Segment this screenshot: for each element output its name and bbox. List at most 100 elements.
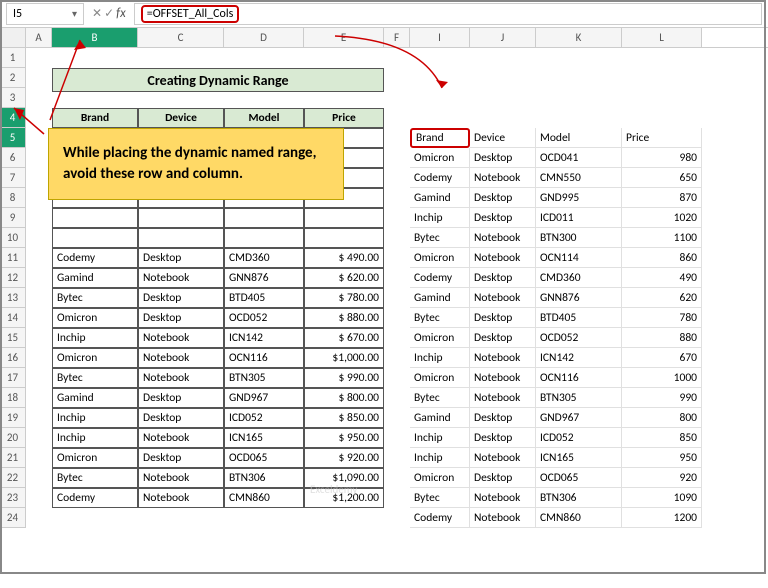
right-cell-5-2[interactable]: OCN114 (536, 248, 622, 268)
right-cell-3-1[interactable]: Desktop (470, 208, 536, 228)
right-cell-16-3[interactable]: 920 (622, 468, 702, 488)
right-cell-18-0[interactable]: Codemy (410, 508, 470, 528)
cells-area[interactable]: Creating Dynamic RangeBrandDeviceModelPr… (26, 48, 768, 528)
col-header-L[interactable]: L (622, 28, 702, 47)
col-header-E[interactable]: E (304, 28, 384, 47)
right-cell-6-2[interactable]: CMD360 (536, 268, 622, 288)
chevron-down-icon[interactable]: ▾ (72, 7, 77, 20)
right-cell-8-3[interactable]: 780 (622, 308, 702, 328)
row-header-20[interactable]: 20 (0, 428, 26, 448)
row-header-1[interactable]: 1 (0, 48, 26, 68)
left-cell-10-3[interactable]: $ 670.00 (304, 328, 384, 348)
row-header-23[interactable]: 23 (0, 488, 26, 508)
left-header-2[interactable]: Model (224, 108, 304, 128)
left-cell-4-3[interactable] (304, 208, 384, 228)
left-cell-7-1[interactable]: Notebook (138, 268, 224, 288)
left-cell-5-1[interactable] (138, 228, 224, 248)
left-header-0[interactable]: Brand (52, 108, 138, 128)
select-all-corner[interactable] (0, 28, 26, 47)
left-cell-7-0[interactable]: Gamind (52, 268, 138, 288)
right-cell-3-2[interactable]: ICD011 (536, 208, 622, 228)
row-header-3[interactable]: 3 (0, 88, 26, 108)
right-cell-4-3[interactable]: 1100 (622, 228, 702, 248)
left-cell-6-2[interactable]: CMD360 (224, 248, 304, 268)
left-cell-7-3[interactable]: $ 620.00 (304, 268, 384, 288)
right-cell-9-3[interactable]: 880 (622, 328, 702, 348)
left-cell-11-2[interactable]: OCN116 (224, 348, 304, 368)
row-header-15[interactable]: 15 (0, 328, 26, 348)
right-cell-10-2[interactable]: ICN142 (536, 348, 622, 368)
left-cell-4-2[interactable] (224, 208, 304, 228)
right-cell-10-0[interactable]: Inchip (410, 348, 470, 368)
right-cell-2-2[interactable]: GND995 (536, 188, 622, 208)
right-cell-7-2[interactable]: GNN876 (536, 288, 622, 308)
left-cell-14-2[interactable]: ICD052 (224, 408, 304, 428)
row-header-13[interactable]: 13 (0, 288, 26, 308)
left-cell-13-2[interactable]: GND967 (224, 388, 304, 408)
right-cell-14-0[interactable]: Inchip (410, 428, 470, 448)
left-cell-14-1[interactable]: Desktop (138, 408, 224, 428)
left-cell-6-3[interactable]: $ 490.00 (304, 248, 384, 268)
right-cell-4-2[interactable]: BTN300 (536, 228, 622, 248)
left-cell-8-0[interactable]: Bytec (52, 288, 138, 308)
right-cell-5-1[interactable]: Notebook (470, 248, 536, 268)
right-cell-12-0[interactable]: Bytec (410, 388, 470, 408)
left-cell-6-0[interactable]: Codemy (52, 248, 138, 268)
right-cell-14-1[interactable]: Desktop (470, 428, 536, 448)
left-cell-16-3[interactable]: $ 920.00 (304, 448, 384, 468)
left-cell-17-2[interactable]: BTN306 (224, 468, 304, 488)
right-cell-18-3[interactable]: 1200 (622, 508, 702, 528)
left-cell-4-0[interactable] (52, 208, 138, 228)
right-cell-8-0[interactable]: Bytec (410, 308, 470, 328)
right-cell-16-2[interactable]: OCD065 (536, 468, 622, 488)
right-cell-0-0[interactable]: Omicron (410, 148, 470, 168)
right-cell-18-2[interactable]: CMN860 (536, 508, 622, 528)
right-cell-17-0[interactable]: Bytec (410, 488, 470, 508)
right-cell-0-2[interactable]: OCD041 (536, 148, 622, 168)
right-cell-11-3[interactable]: 1000 (622, 368, 702, 388)
left-cell-17-1[interactable]: Notebook (138, 468, 224, 488)
right-cell-15-0[interactable]: Inchip (410, 448, 470, 468)
row-header-10[interactable]: 10 (0, 228, 26, 248)
left-cell-13-0[interactable]: Gamind (52, 388, 138, 408)
left-cell-8-2[interactable]: BTD405 (224, 288, 304, 308)
cancel-icon[interactable]: ✕ (92, 6, 102, 21)
right-cell-6-1[interactable]: Desktop (470, 268, 536, 288)
right-cell-9-2[interactable]: OCD052 (536, 328, 622, 348)
col-header-A[interactable]: A (26, 28, 52, 47)
right-cell-2-1[interactable]: Desktop (470, 188, 536, 208)
right-cell-18-1[interactable]: Notebook (470, 508, 536, 528)
right-cell-0-1[interactable]: Desktop (470, 148, 536, 168)
col-header-D[interactable]: D (224, 28, 304, 47)
right-cell-15-2[interactable]: ICN165 (536, 448, 622, 468)
right-cell-11-1[interactable]: Notebook (470, 368, 536, 388)
left-cell-9-1[interactable]: Desktop (138, 308, 224, 328)
right-cell-11-2[interactable]: OCN116 (536, 368, 622, 388)
left-cell-7-2[interactable]: GNN876 (224, 268, 304, 288)
left-cell-4-1[interactable] (138, 208, 224, 228)
right-cell-9-1[interactable]: Desktop (470, 328, 536, 348)
col-header-C[interactable]: C (138, 28, 224, 47)
col-header-F[interactable]: F (384, 28, 410, 47)
right-cell-12-2[interactable]: BTN305 (536, 388, 622, 408)
left-cell-14-0[interactable]: Inchip (52, 408, 138, 428)
right-header-0[interactable]: Brand (410, 128, 470, 148)
right-cell-7-3[interactable]: 620 (622, 288, 702, 308)
left-cell-11-1[interactable]: Notebook (138, 348, 224, 368)
left-cell-11-0[interactable]: Omicron (52, 348, 138, 368)
fx-icon[interactable]: fx (116, 6, 126, 21)
col-header-J[interactable]: J (470, 28, 536, 47)
left-cell-10-0[interactable]: Inchip (52, 328, 138, 348)
right-cell-1-3[interactable]: 650 (622, 168, 702, 188)
right-cell-13-1[interactable]: Desktop (470, 408, 536, 428)
right-cell-10-3[interactable]: 670 (622, 348, 702, 368)
row-header-2[interactable]: 2 (0, 68, 26, 88)
row-header-8[interactable]: 8 (0, 188, 26, 208)
check-icon[interactable]: ✓ (104, 6, 114, 21)
left-cell-9-3[interactable]: $ 880.00 (304, 308, 384, 328)
left-cell-12-3[interactable]: $ 990.00 (304, 368, 384, 388)
col-header-B[interactable]: B (52, 28, 138, 47)
right-cell-10-1[interactable]: Notebook (470, 348, 536, 368)
right-header-1[interactable]: Device (470, 128, 536, 148)
left-cell-5-0[interactable] (52, 228, 138, 248)
